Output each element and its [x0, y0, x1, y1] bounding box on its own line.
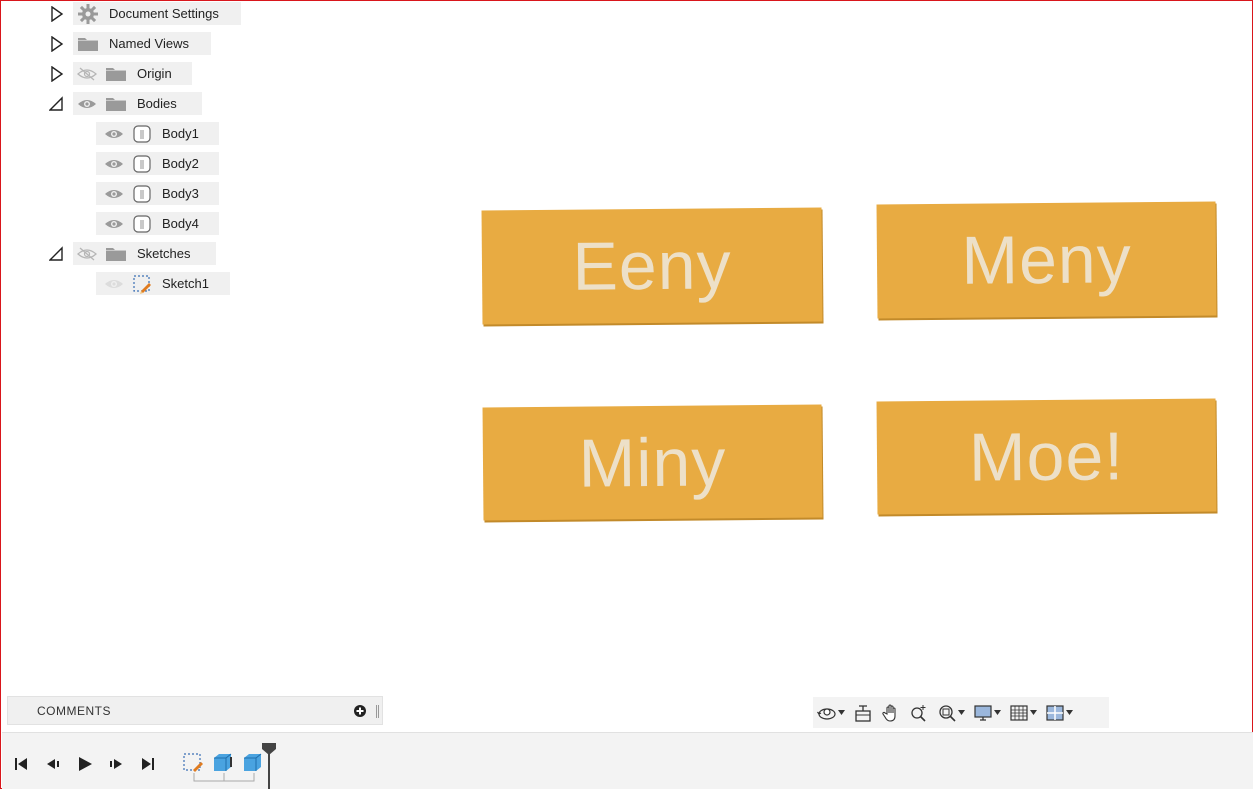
browser-item-named-views[interactable]: Named Views: [73, 32, 211, 55]
extrude-feature-icon[interactable]: [211, 751, 235, 775]
canvas-body-4[interactable]: Moe!: [876, 398, 1217, 515]
tile-text: Moe!: [968, 417, 1125, 496]
eye-icon[interactable]: [77, 97, 97, 111]
add-comment-icon[interactable]: [353, 704, 367, 718]
tile-text: Eeny: [572, 227, 732, 305]
browser-item-label: Bodies: [137, 96, 177, 111]
browser-item-document-settings[interactable]: Document Settings: [73, 2, 241, 25]
eye-hidden-icon[interactable]: [77, 247, 97, 261]
play-icon[interactable]: [76, 755, 94, 773]
display-settings-icon: [974, 704, 992, 721]
eye-icon[interactable]: [104, 217, 124, 231]
orbit-button[interactable]: [817, 702, 845, 724]
chevron-down-icon[interactable]: [838, 710, 845, 715]
canvas-body-3[interactable]: Miny: [482, 404, 823, 521]
fit-button[interactable]: [937, 702, 965, 724]
grid-settings-icon: [1010, 704, 1028, 721]
grid-settings-button[interactable]: [1009, 702, 1037, 724]
body-icon: [133, 214, 151, 233]
chevron-down-icon[interactable]: [958, 710, 965, 715]
chevron-down-icon[interactable]: [1066, 710, 1073, 715]
timeline: [2, 732, 1253, 789]
expand-triangle-icon[interactable]: [50, 36, 64, 52]
folder-icon: [78, 37, 98, 51]
browser-item-body3[interactable]: Body3: [96, 182, 219, 205]
comments-panel[interactable]: COMMENTS: [7, 696, 383, 725]
viewports-icon: [1046, 704, 1064, 721]
viewports-button[interactable]: [1045, 702, 1073, 724]
browser-item-label: Document Settings: [109, 6, 219, 21]
zoom-button[interactable]: [909, 702, 929, 724]
orbit-icon: [817, 707, 836, 720]
step-back-icon[interactable]: [44, 755, 62, 773]
step-forward-icon[interactable]: [107, 755, 125, 773]
browser-item-bodies[interactable]: Bodies: [73, 92, 202, 115]
navigation-toolbar: [813, 697, 1109, 728]
sketch-icon: [133, 274, 151, 294]
eye-icon[interactable]: [104, 187, 124, 201]
browser-item-body2[interactable]: Body2: [96, 152, 219, 175]
app-window: Document Settings Named Views Origin Bod…: [0, 0, 1253, 789]
folder-icon: [106, 247, 126, 261]
pan-button[interactable]: [881, 702, 901, 724]
folder-icon: [106, 97, 126, 111]
browser-item-sketches[interactable]: Sketches: [73, 242, 216, 265]
design-canvas[interactable]: [401, 1, 1252, 691]
eye-hidden-icon[interactable]: [77, 67, 97, 81]
eye-icon[interactable]: [104, 277, 124, 291]
chevron-down-icon[interactable]: [994, 710, 1001, 715]
display-settings-button[interactable]: [973, 702, 1001, 724]
collapse-triangle-icon[interactable]: [49, 246, 63, 262]
go-to-end-icon[interactable]: [139, 755, 157, 773]
go-to-start-icon[interactable]: [12, 755, 30, 773]
look-at-button[interactable]: [853, 702, 873, 724]
browser-item-label: Body2: [162, 156, 199, 171]
fit-icon: [939, 704, 956, 722]
panel-resize-grip[interactable]: [376, 705, 379, 718]
body-icon: [133, 154, 151, 173]
body-icon: [133, 124, 151, 143]
body-icon: [133, 184, 151, 203]
gear-icon: [78, 3, 98, 24]
feature-group-bracket: [193, 773, 255, 782]
browser-item-body1[interactable]: Body1: [96, 122, 219, 145]
expand-triangle-icon[interactable]: [50, 66, 64, 82]
eye-icon[interactable]: [104, 157, 124, 171]
expand-triangle-icon[interactable]: [50, 6, 64, 22]
browser-item-label: Body4: [162, 216, 199, 231]
browser-item-label: Named Views: [109, 36, 189, 51]
zoom-icon: [911, 704, 926, 722]
browser-item-sketch1[interactable]: Sketch1: [96, 272, 230, 295]
eye-icon[interactable]: [104, 127, 124, 141]
browser-item-origin[interactable]: Origin: [73, 62, 192, 85]
browser-item-label: Body1: [162, 126, 199, 141]
browser-item-label: Body3: [162, 186, 199, 201]
collapse-triangle-icon[interactable]: [49, 96, 63, 112]
tile-text: Miny: [578, 423, 727, 502]
browser-item-label: Sketches: [137, 246, 191, 261]
browser-item-body4[interactable]: Body4: [96, 212, 219, 235]
tile-text: Meny: [961, 221, 1132, 299]
pan-icon: [882, 703, 896, 722]
folder-icon: [106, 67, 126, 81]
chevron-down-icon[interactable]: [1030, 710, 1037, 715]
canvas-body-2[interactable]: Meny: [876, 201, 1217, 319]
canvas-body-1[interactable]: Eeny: [481, 207, 823, 325]
comments-title: COMMENTS: [37, 703, 111, 718]
sketch-feature-icon[interactable]: [182, 751, 206, 775]
timeline-marker[interactable]: [260, 743, 278, 789]
look-at-icon: [855, 704, 871, 722]
browser-item-label: Origin: [137, 66, 172, 81]
browser-item-label: Sketch1: [162, 276, 209, 291]
